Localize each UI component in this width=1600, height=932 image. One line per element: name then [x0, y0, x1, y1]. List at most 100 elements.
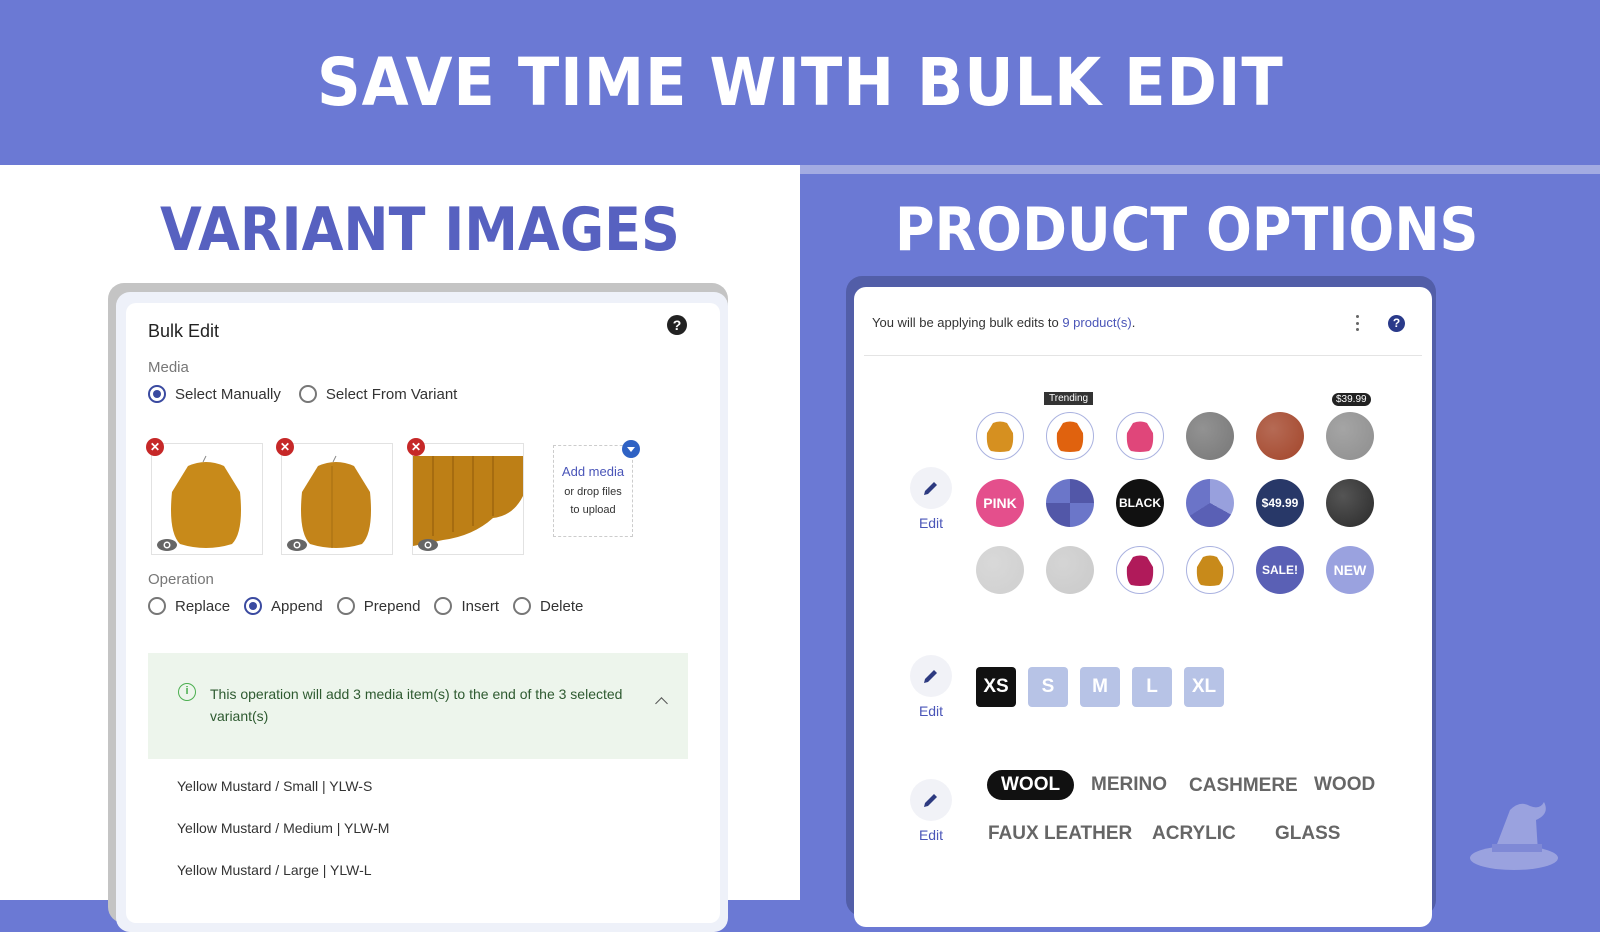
- variant-row: Yellow Mustard / Small | YLW-S: [177, 778, 373, 794]
- material-cashmere[interactable]: CASHMERE: [1189, 775, 1298, 797]
- swatch-new[interactable]: NEW: [1326, 546, 1374, 594]
- operation-radio-group: Replace Append Prepend Insert Delete: [148, 597, 583, 615]
- help-circle-icon[interactable]: ?: [667, 315, 687, 335]
- swatch-black-leather[interactable]: [1326, 479, 1374, 527]
- radio-dot: [244, 597, 263, 615]
- media-thumbnail[interactable]: ✕: [407, 438, 524, 555]
- summary-suffix: .: [1131, 315, 1136, 330]
- chevron-down-icon[interactable]: [622, 440, 640, 458]
- cardigan-image: [301, 455, 371, 548]
- swatch-orange-top[interactable]: [1046, 412, 1094, 460]
- swatch-price[interactable]: $49.99: [1256, 479, 1304, 527]
- swatch-red-bracelet-2[interactable]: [1046, 546, 1094, 594]
- material-glass[interactable]: GLASS: [1275, 823, 1340, 845]
- swatch-pink[interactable]: PINK: [976, 479, 1024, 527]
- swatch-leopard[interactable]: [1326, 412, 1374, 460]
- add-media-dropzone[interactable]: Add media or drop files to upload: [553, 440, 640, 537]
- product-options-title: PRODUCT OPTIONS: [895, 195, 1479, 265]
- size-s[interactable]: S: [1028, 667, 1068, 707]
- radio-label: Select Manually: [175, 385, 281, 403]
- swatch-sale[interactable]: SALE!: [1256, 546, 1304, 594]
- cardigan-image: [171, 455, 241, 548]
- material-acrylic[interactable]: ACRYLIC: [1152, 823, 1236, 845]
- radio-label: Prepend: [363, 597, 421, 615]
- product-image: [1126, 421, 1154, 452]
- remove-icon[interactable]: ✕: [407, 438, 425, 456]
- product-image: [1126, 555, 1154, 586]
- wizard-hat-logo: [1470, 802, 1558, 870]
- swatch-gray-croc[interactable]: [1186, 412, 1234, 460]
- price-badge: $39.99: [1332, 393, 1371, 406]
- swatch-purple-tri[interactable]: [1186, 479, 1234, 527]
- radio-select-from-variant[interactable]: Select From Variant: [298, 385, 457, 403]
- card-title: Bulk Edit: [148, 321, 220, 341]
- material-merino[interactable]: MERINO: [1091, 774, 1167, 796]
- bulk-edit-summary: You will be applying bulk edits to 9 pro…: [872, 315, 1135, 330]
- radio-select-manually[interactable]: Select Manually: [148, 385, 281, 403]
- edit-sizes-button[interactable]: Edit: [910, 655, 952, 719]
- size-m[interactable]: M: [1080, 667, 1120, 707]
- radio-dot: [148, 597, 166, 615]
- edit-label: Edit: [918, 515, 944, 531]
- swatch-red-bracelet[interactable]: [976, 546, 1024, 594]
- add-media-link[interactable]: Add media: [554, 464, 632, 479]
- summary-text: You will be applying bulk edits to: [872, 315, 1063, 330]
- banner-title: SAVE TIME WITH BULK EDIT: [316, 44, 1284, 121]
- remove-icon[interactable]: ✕: [276, 438, 294, 456]
- help-circle-icon[interactable]: ?: [1388, 315, 1405, 332]
- material-wool[interactable]: WOOL: [987, 770, 1075, 800]
- edit-label: Edit: [918, 827, 944, 843]
- banner: SAVE TIME WITH BULK EDIT: [0, 0, 1600, 165]
- media-thumbnail[interactable]: ✕: [276, 438, 393, 555]
- radio-label: Insert: [461, 597, 499, 615]
- radio-prepend[interactable]: Prepend: [336, 597, 421, 615]
- radio-delete[interactable]: Delete: [513, 597, 583, 615]
- variant-row: Yellow Mustard / Medium | YLW-M: [177, 820, 390, 836]
- product-image: [986, 421, 1014, 452]
- chevron-up-icon[interactable]: [655, 697, 668, 710]
- radio-dot: [336, 597, 355, 615]
- radio-dot: [148, 385, 166, 403]
- eye-icon[interactable]: [286, 538, 308, 552]
- swatch-magenta-necklace[interactable]: [1116, 546, 1164, 594]
- fabric-image: [413, 456, 523, 546]
- more-options-icon[interactable]: [1356, 315, 1360, 331]
- right-pane-strip: [800, 165, 1600, 174]
- media-label: Media: [148, 359, 189, 376]
- radio-replace[interactable]: Replace: [148, 597, 230, 615]
- edit-swatches-button[interactable]: Edit: [910, 467, 952, 531]
- product-options-card: You will be applying bulk edits to 9 pro…: [854, 287, 1432, 927]
- product-image: [1056, 421, 1084, 452]
- info-text: This operation will add 3 media item(s) …: [210, 686, 623, 724]
- pencil-icon: [924, 794, 937, 807]
- edit-label: Edit: [918, 703, 944, 719]
- material-wood[interactable]: WOOD: [1314, 774, 1375, 796]
- header-divider: [864, 355, 1422, 356]
- product-image: [1196, 555, 1224, 586]
- radio-append[interactable]: Append: [244, 597, 323, 615]
- swatch-purple-quad[interactable]: [1046, 479, 1094, 527]
- drop-files-text: or drop files: [564, 486, 622, 498]
- radio-dot: [513, 597, 531, 615]
- operation-label: Operation: [148, 571, 214, 588]
- eye-icon[interactable]: [156, 538, 178, 552]
- radio-insert[interactable]: Insert: [434, 597, 499, 615]
- media-radio-group: Select Manually Select From Variant: [148, 385, 457, 403]
- swatch-pink-top[interactable]: [1116, 412, 1164, 460]
- material-faux-leather[interactable]: FAUX LEATHER: [988, 823, 1132, 845]
- swatch-black[interactable]: BLACK: [1116, 479, 1164, 527]
- radio-dot: [434, 597, 453, 615]
- edit-materials-button[interactable]: Edit: [910, 779, 952, 843]
- swatch-red-croc[interactable]: [1256, 412, 1304, 460]
- swatch-label: PINK: [983, 495, 1017, 511]
- size-xs[interactable]: XS: [976, 667, 1016, 707]
- eye-icon[interactable]: [417, 538, 439, 552]
- media-thumbnail[interactable]: ✕: [146, 438, 263, 555]
- swatch-mustard-top[interactable]: [976, 412, 1024, 460]
- remove-icon[interactable]: ✕: [146, 438, 164, 456]
- radio-label: Replace: [175, 597, 231, 615]
- products-link[interactable]: 9 product(s): [1062, 315, 1131, 330]
- swatch-mustard-necklace[interactable]: [1186, 546, 1234, 594]
- size-l[interactable]: L: [1132, 667, 1172, 707]
- size-xl[interactable]: XL: [1184, 667, 1224, 707]
